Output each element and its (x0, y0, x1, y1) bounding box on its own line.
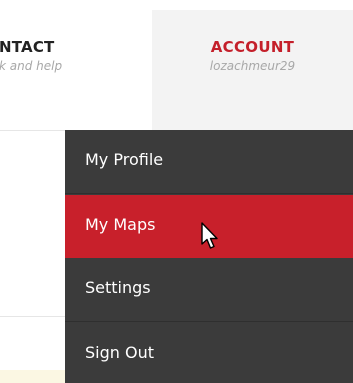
nav-contact-subtitle: k and help (0, 59, 63, 73)
nav-account-tab[interactable]: ACCOUNT lozachmeur29 (152, 10, 353, 130)
notice-strip (0, 370, 65, 383)
divider (0, 316, 65, 317)
menu-item-label: Settings (85, 278, 151, 297)
nav-contact-tab[interactable]: NTACT k and help (0, 0, 152, 130)
menu-item-label: My Profile (85, 150, 164, 169)
nav-contact-title: NTACT (0, 38, 55, 56)
mouse-pointer-icon (201, 222, 218, 249)
account-dropdown-menu: My Profile My Maps Settings Sign Out (65, 130, 353, 383)
menu-item-settings[interactable]: Settings (65, 258, 353, 322)
menu-item-label: Sign Out (85, 343, 154, 362)
page: NTACT k and help ACCOUNT lozachmeur29 My… (0, 0, 353, 383)
menu-item-sign-out[interactable]: Sign Out (65, 323, 353, 383)
menu-item-label: My Maps (85, 215, 156, 234)
menu-item-my-profile[interactable]: My Profile (65, 130, 353, 194)
nav-account-title: ACCOUNT (210, 38, 295, 56)
nav-account-username: lozachmeur29 (209, 59, 296, 73)
